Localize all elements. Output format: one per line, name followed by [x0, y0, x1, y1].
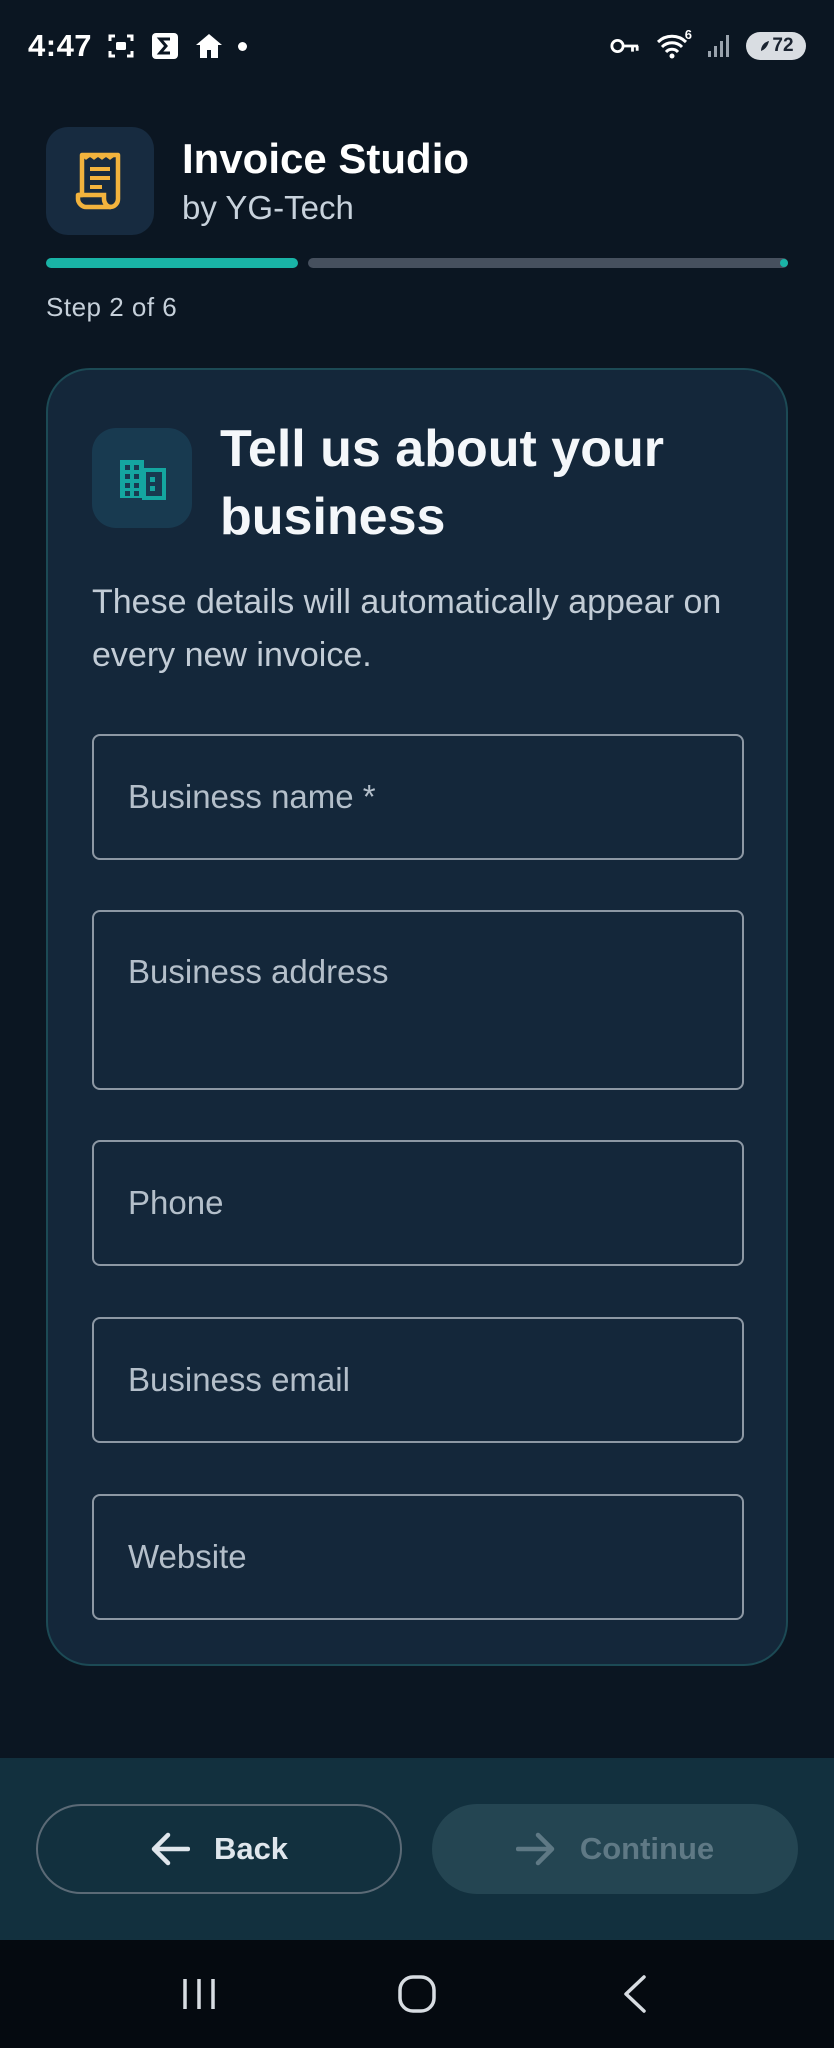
- system-nav-bar: [0, 1940, 834, 2048]
- card-header: Tell us about your business: [92, 416, 760, 551]
- business-email-field[interactable]: [92, 1317, 744, 1443]
- arrow-left-icon: [151, 1832, 190, 1866]
- vpn-key-icon: [610, 31, 640, 61]
- website-input[interactable]: [128, 1538, 708, 1576]
- status-right: 6 72: [610, 27, 806, 61]
- website-field[interactable]: [92, 1494, 744, 1620]
- back-button-label: Back: [213, 1831, 289, 1866]
- continue-button-label: Continue: [579, 1831, 715, 1866]
- action-bar: Back Continue: [0, 1758, 834, 1940]
- status-left: 4:47: [28, 28, 248, 64]
- card-description: These details will automatically appear …: [92, 583, 722, 674]
- card-icon: [92, 428, 192, 528]
- app-header: Invoice Studio by YG-Tech: [46, 127, 469, 235]
- receipt-icon: [75, 152, 121, 210]
- screenshot-icon: [106, 31, 136, 61]
- battery-level: 72: [772, 35, 794, 56]
- home-icon[interactable]: [377, 1964, 457, 2024]
- back-icon[interactable]: [595, 1964, 675, 2024]
- back-button[interactable]: Back: [36, 1804, 402, 1894]
- business-address-field[interactable]: [92, 910, 744, 1090]
- app-logo: [46, 127, 154, 235]
- status-time: 4:47: [28, 28, 93, 63]
- business-name-field[interactable]: [92, 734, 744, 860]
- recents-icon[interactable]: [159, 1964, 239, 2024]
- app-developer: by YG-Tech: [182, 189, 354, 227]
- battery-icon: 72: [746, 32, 806, 60]
- wifi-badge: 6: [684, 27, 692, 42]
- business-name-input[interactable]: [128, 778, 708, 816]
- signal-icon: [704, 31, 734, 61]
- continue-button[interactable]: Continue: [432, 1804, 798, 1894]
- business-address-input[interactable]: [128, 952, 708, 1032]
- step-progress-bar: [46, 258, 788, 268]
- card-title: Tell us about your business: [220, 420, 664, 546]
- arrow-right-icon: [515, 1832, 555, 1866]
- business-email-input[interactable]: [128, 1361, 708, 1399]
- building-icon: [120, 460, 166, 500]
- status-bar: 4:47 6 72: [0, 0, 834, 92]
- wifi-icon: 6: [652, 27, 692, 61]
- sigma-app-icon: [150, 31, 180, 61]
- phone-input[interactable]: [128, 1184, 708, 1222]
- business-details-card: Tell us about your business These detail…: [46, 368, 788, 1666]
- notification-dot: [238, 41, 248, 51]
- progress-fill: [46, 258, 298, 268]
- progress-end-dot: [780, 259, 788, 267]
- phone-field[interactable]: [92, 1140, 744, 1266]
- home-app-icon: [194, 31, 224, 61]
- app-title: Invoice Studio: [182, 134, 470, 182]
- progress-track: [308, 258, 788, 268]
- step-label: Step 2 of 6: [46, 292, 178, 322]
- app-title-block: Invoice Studio by YG-Tech: [182, 135, 469, 227]
